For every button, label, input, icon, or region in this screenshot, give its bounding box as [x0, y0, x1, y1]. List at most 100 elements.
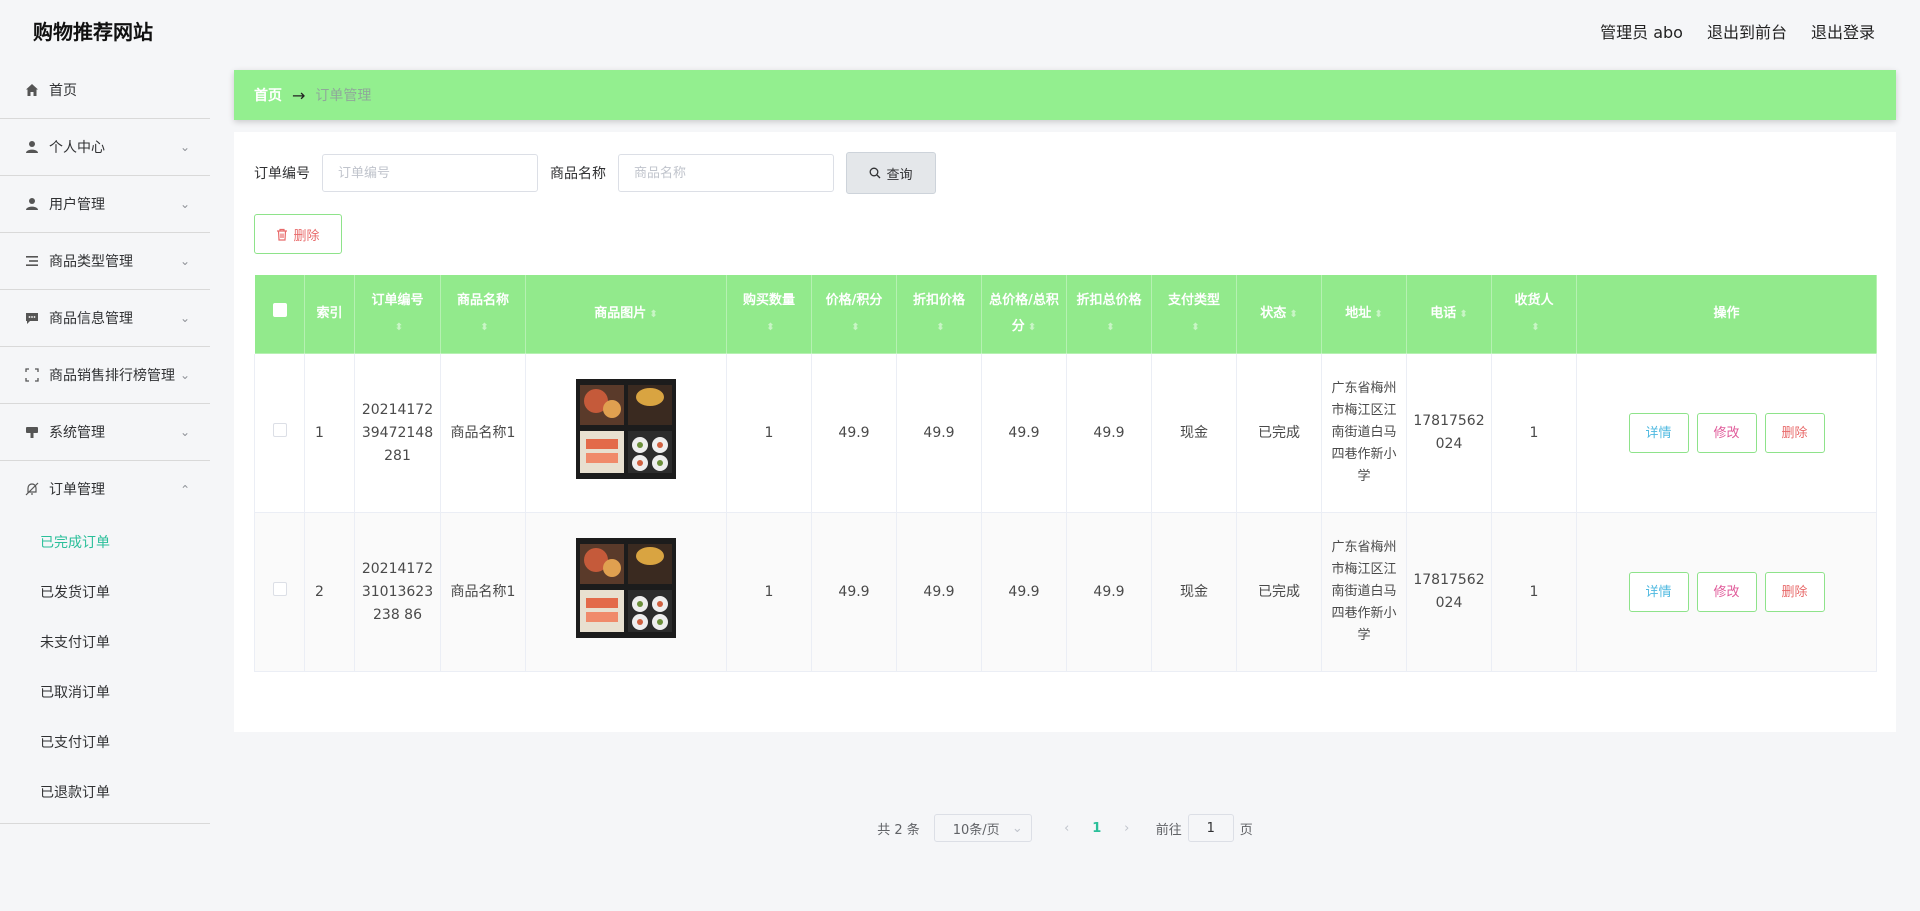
- sort-icon[interactable]: ⬍: [1531, 322, 1539, 333]
- sidebar-item-home[interactable]: 首页: [0, 62, 210, 119]
- sidebar-subitem-cancelled-orders[interactable]: 已取消订单: [0, 667, 210, 717]
- sort-icon[interactable]: ⬍: [766, 322, 774, 333]
- col-header-pay-type[interactable]: 支付类型 ⬍: [1151, 274, 1237, 354]
- site-title: 购物推荐网站: [33, 20, 153, 44]
- goto-page-input[interactable]: 1: [1187, 814, 1234, 842]
- col-header-product-name[interactable]: 商品名称 ⬍: [440, 274, 526, 354]
- cell-product-image: [525, 353, 727, 513]
- delete-button[interactable]: 删除: [1764, 413, 1825, 453]
- pagination: 共 2 条 10条/页 ⌄ ‹ 1 › 前往 1 页: [234, 814, 1896, 842]
- sidebar-subitem-shipped-orders[interactable]: 已发货订单: [0, 567, 210, 617]
- delete-button[interactable]: 删除: [1764, 572, 1825, 612]
- sidebar-subitem-completed-orders[interactable]: 已完成订单: [0, 517, 210, 567]
- col-header-receiver[interactable]: 收货人 ⬍: [1491, 274, 1577, 354]
- fullscreen-icon: [24, 367, 40, 383]
- sidebar-subitem-refunded-orders[interactable]: 已退款订单: [0, 767, 210, 817]
- table-row: 1 2021417239472148281 商品名称1 1 49.9 49.9 …: [254, 353, 1877, 513]
- sidebar-subitem-paid-orders[interactable]: 已支付订单: [0, 717, 210, 767]
- cell-discount-price: 49.9: [896, 353, 982, 513]
- sidebar-item-system[interactable]: 系统管理 ⌄: [0, 404, 210, 461]
- sort-icon[interactable]: ⬍: [1374, 309, 1382, 320]
- sidebar-item-label: 订单管理: [49, 482, 105, 498]
- cell-discount-total: 49.9: [1066, 353, 1152, 513]
- edit-button[interactable]: 修改: [1696, 572, 1757, 612]
- sidebar-item-label: 用户管理: [49, 197, 105, 213]
- col-header-quantity[interactable]: 购买数量 ⬍: [726, 274, 812, 354]
- sidebar-item-product-type[interactable]: 商品类型管理 ⌄: [0, 233, 210, 290]
- cell-receiver: 1: [1491, 353, 1577, 513]
- chevron-down-icon: ⌄: [179, 368, 190, 382]
- goto-prefix: 前往: [1155, 822, 1182, 838]
- batch-delete-button[interactable]: 删除: [254, 214, 342, 254]
- sidebar-item-order-management[interactable]: 订单管理 ⌄: [0, 461, 210, 517]
- page-number-current[interactable]: 1: [1082, 821, 1112, 836]
- col-header-product-image[interactable]: 商品图片 ⬍: [525, 274, 727, 354]
- sort-icon[interactable]: ⬍: [1459, 309, 1467, 320]
- prev-page-button[interactable]: ‹: [1052, 821, 1082, 836]
- detail-button[interactable]: 详情: [1628, 413, 1689, 453]
- col-header-address[interactable]: 地址 ⬍: [1321, 274, 1407, 354]
- row-checkbox[interactable]: [272, 581, 287, 596]
- query-button[interactable]: 查询: [846, 152, 936, 194]
- sidebar-subitem-unpaid-orders[interactable]: 未支付订单: [0, 617, 210, 667]
- edit-button[interactable]: 修改: [1696, 413, 1757, 453]
- sort-icon[interactable]: ⬍: [649, 309, 657, 320]
- sort-icon[interactable]: ⬍: [936, 322, 944, 333]
- breadcrumb-current: 订单管理: [315, 88, 372, 104]
- cell-total-price: 49.9: [981, 353, 1067, 513]
- col-header-index: 索引: [304, 274, 355, 354]
- sidebar-item-product-info[interactable]: 商品信息管理 ⌄: [0, 290, 210, 347]
- home-icon: [24, 82, 40, 98]
- col-header-discount-price[interactable]: 折扣价格 ⬍: [896, 274, 982, 354]
- select-all-checkbox[interactable]: [272, 303, 287, 317]
- sort-icon[interactable]: ⬍: [851, 322, 859, 333]
- order-no-input[interactable]: [322, 154, 538, 192]
- chevron-down-icon: ⌄: [1011, 820, 1023, 836]
- row-select-cell: [254, 353, 305, 513]
- cell-status: 已完成: [1236, 353, 1322, 513]
- sidebar-item-sales-ranking[interactable]: 商品销售排行榜管理 ⌄: [0, 347, 210, 404]
- col-header-order-no[interactable]: 订单编号 ⬍: [354, 274, 441, 354]
- detail-button[interactable]: 详情: [1628, 572, 1689, 612]
- col-header-total-price[interactable]: 总价格/总积分 ⬍: [981, 274, 1067, 354]
- sidebar-item-personal-center[interactable]: 个人中心 ⌄: [0, 119, 210, 176]
- col-header-discount-total[interactable]: 折扣总价格⬍: [1066, 274, 1152, 354]
- cell-order-no: 2021417231013623238 86: [354, 512, 441, 672]
- page-size-select[interactable]: 10条/页 ⌄: [933, 814, 1032, 842]
- product-name-input[interactable]: [618, 154, 834, 192]
- cell-index: 2: [304, 512, 355, 672]
- select-all-header[interactable]: [254, 274, 305, 354]
- product-thumbnail: [576, 379, 676, 479]
- bell-off-icon: [24, 481, 40, 497]
- cell-discount-price: 49.9: [896, 512, 982, 672]
- sort-icon[interactable]: ⬍: [395, 322, 403, 333]
- col-header-status[interactable]: 状态 ⬍: [1236, 274, 1322, 354]
- goto-page: 前往 1 页: [1156, 814, 1253, 842]
- next-page-button[interactable]: ›: [1112, 821, 1142, 836]
- sidebar-item-label: 个人中心: [49, 140, 105, 156]
- cell-address: 广东省梅州市梅江区江南街道白马四巷作新小学: [1321, 512, 1407, 672]
- user-icon: [24, 139, 40, 155]
- product-thumbnail: [576, 538, 676, 638]
- logout-link[interactable]: 退出登录: [1811, 19, 1875, 43]
- sort-icon[interactable]: ⬍: [1289, 309, 1297, 320]
- sort-icon[interactable]: ⬍: [1028, 322, 1036, 333]
- trash-icon: [276, 228, 288, 241]
- back-to-front-link[interactable]: 退出到前台: [1707, 19, 1787, 43]
- row-checkbox[interactable]: [272, 422, 287, 437]
- col-header-phone[interactable]: 电话 ⬍: [1406, 274, 1492, 354]
- sidebar-item-label: 系统管理: [49, 425, 105, 441]
- col-header-price[interactable]: 价格/积分 ⬍: [811, 274, 897, 354]
- list-icon: [24, 253, 40, 269]
- main-content: 首页 → 订单管理 订单编号 商品名称 查询 删除: [210, 62, 1920, 911]
- goto-suffix: 页: [1239, 822, 1253, 838]
- breadcrumb-home[interactable]: 首页: [254, 85, 282, 105]
- sort-icon[interactable]: ⬍: [1106, 322, 1114, 333]
- sidebar-item-user-management[interactable]: 用户管理 ⌄: [0, 176, 210, 233]
- query-button-label: 查询: [886, 167, 913, 183]
- top-links: 管理员 abo 退出到前台 退出登录: [1600, 19, 1875, 43]
- sort-icon[interactable]: ⬍: [1191, 322, 1199, 333]
- sort-icon[interactable]: ⬍: [480, 322, 488, 333]
- product-name-label: 商品名称: [550, 166, 606, 182]
- table-row: 2 2021417231013623238 86 商品名称1 1 49.9 49…: [254, 512, 1877, 672]
